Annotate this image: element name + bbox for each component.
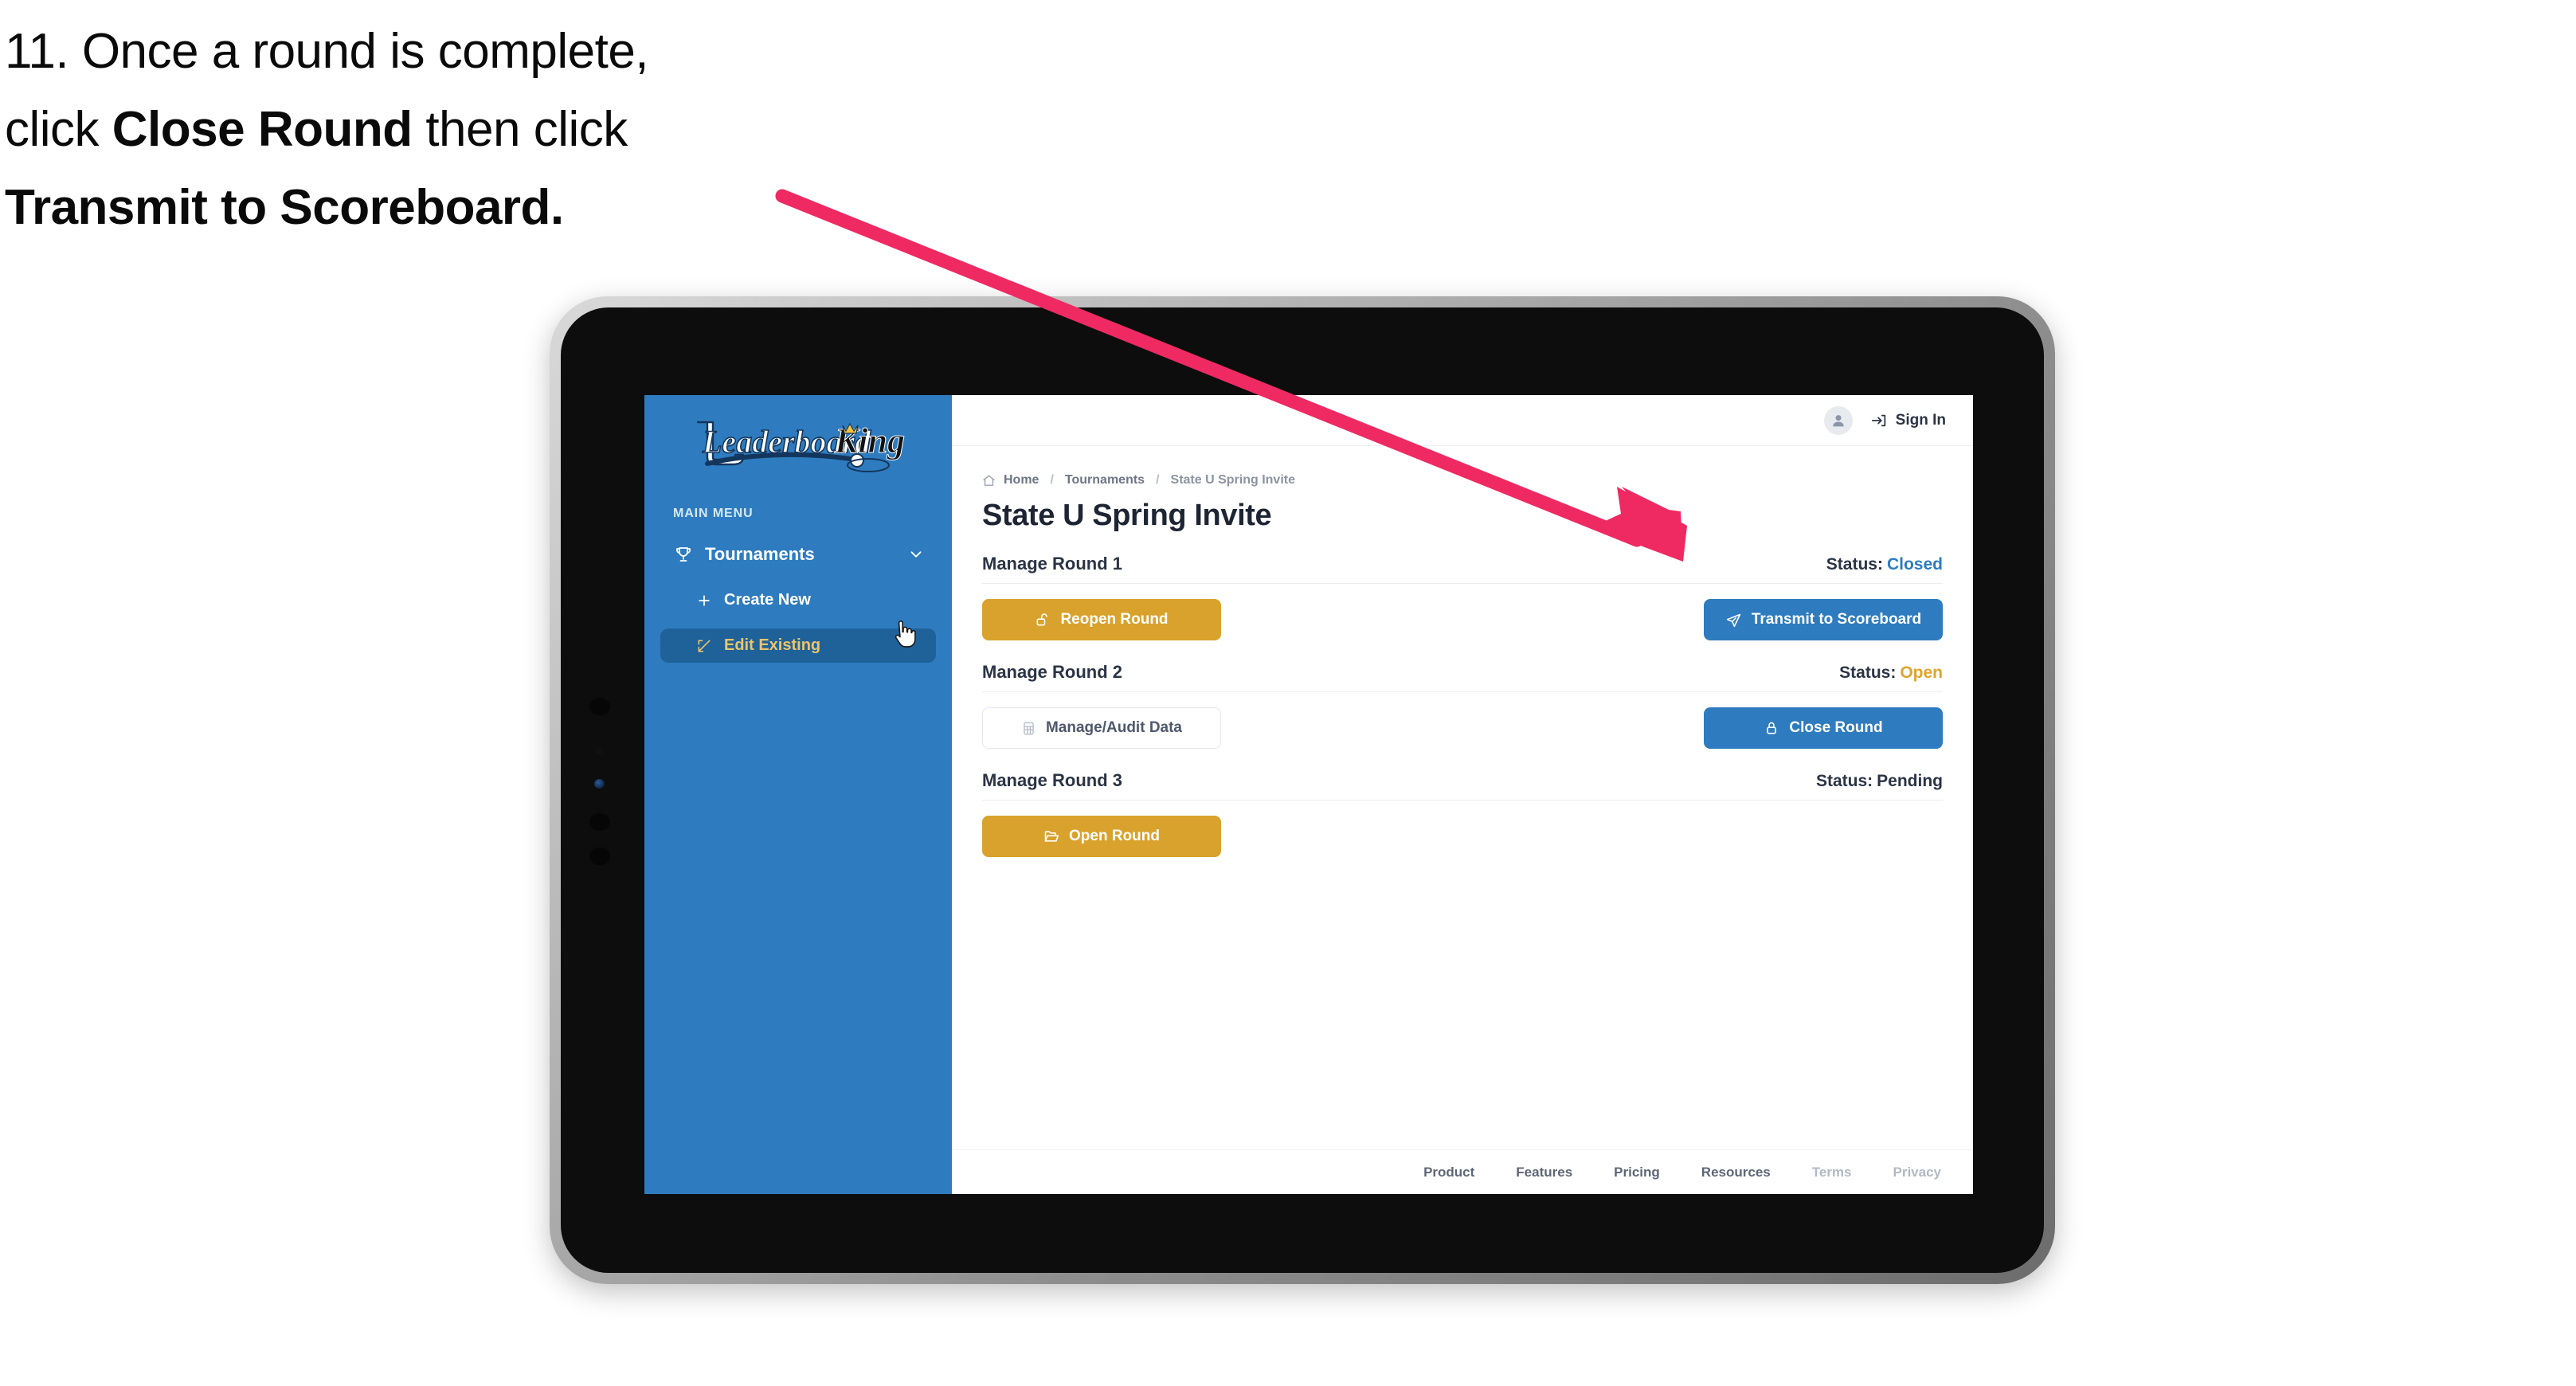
- svg-text:King: King: [834, 421, 905, 460]
- bezel-volume-down-icon: [589, 848, 610, 865]
- round-actions-3: Open Round: [982, 815, 1943, 858]
- footer-link-pricing[interactable]: Pricing: [1614, 1165, 1660, 1180]
- bezel-volume-up-icon: [589, 813, 610, 831]
- app-logo[interactable]: Leaderboard King: [644, 395, 952, 480]
- edit-square-icon: [694, 638, 714, 654]
- caption-transmit-emphasis: Transmit to Scoreboard.: [5, 179, 564, 235]
- top-bar: Sign In: [952, 395, 1973, 446]
- round-name-3: Manage Round 3: [982, 770, 1123, 790]
- sidebar-item-label-create-new: Create New: [724, 591, 811, 609]
- page-title: State U Spring Invite: [982, 499, 1272, 532]
- status-value-1: Closed: [1886, 555, 1943, 574]
- transmit-to-scoreboard-label: Transmit to Scoreboard: [1751, 611, 1922, 628]
- folder-open-icon: [1043, 828, 1059, 844]
- transmit-to-scoreboard-button[interactable]: Transmit to Scoreboard: [1704, 599, 1943, 640]
- main-panel: Sign In Home / Tournaments / State U Spr…: [952, 395, 1973, 1194]
- round-actions-2: Manage/Audit Data Close Round: [982, 707, 1943, 750]
- close-round-label: Close Round: [1789, 719, 1883, 736]
- round-header-2: Manage Round 2 Status: Open: [982, 662, 1943, 692]
- round-block-1: Manage Round 1 Status: Closed Reopen Rou…: [982, 554, 1943, 641]
- sidebar: Leaderboard King MAIN MENU Tournaments C…: [644, 395, 952, 1194]
- breadcrumb: Home / Tournaments / State U Spring Invi…: [982, 473, 1943, 487]
- bezel-microphone-icon: [596, 748, 603, 754]
- trophy-icon: [671, 545, 695, 564]
- sidebar-section-heading: MAIN MENU: [673, 507, 754, 520]
- round-block-2: Manage Round 2 Status: Open Manage/Audit…: [982, 662, 1943, 750]
- open-round-label: Open Round: [1069, 828, 1160, 844]
- round-status-1: Status: Closed: [1826, 555, 1943, 574]
- status-value-2: Open: [1900, 664, 1943, 682]
- caption-line-1: 11. Once a round is complete,: [5, 24, 649, 79]
- home-icon[interactable]: [982, 474, 996, 487]
- breadcrumb-item-tournaments[interactable]: Tournaments: [1065, 473, 1145, 487]
- bezel-button-icon: [589, 698, 610, 715]
- round-status-2: Status: Open: [1839, 664, 1943, 683]
- lock-icon: [1764, 720, 1779, 736]
- footer-link-product[interactable]: Product: [1423, 1165, 1474, 1180]
- breadcrumb-separator: /: [1156, 473, 1160, 487]
- manage-audit-data-label: Manage/Audit Data: [1045, 719, 1183, 736]
- status-label: Status:: [1815, 772, 1873, 790]
- open-round-button[interactable]: Open Round: [982, 816, 1221, 857]
- sidebar-item-create-new[interactable]: Create New: [660, 583, 936, 617]
- leaderboard-king-logo-icon: Leaderboard King: [696, 421, 906, 472]
- breadcrumb-separator: /: [1050, 473, 1054, 487]
- status-label: Status:: [1839, 664, 1897, 682]
- footer-link-privacy[interactable]: Privacy: [1893, 1165, 1942, 1180]
- status-value-3: Pending: [1877, 772, 1943, 790]
- bezel-camera-icon: [594, 779, 605, 789]
- instruction-caption: 11. Once a round is complete, click Clos…: [5, 13, 849, 247]
- tablet-bezel: Leaderboard King MAIN MENU Tournaments C…: [561, 307, 2044, 1273]
- close-round-button[interactable]: Close Round: [1704, 707, 1943, 749]
- plus-icon: [694, 593, 714, 609]
- round-name-1: Manage Round 1: [982, 554, 1123, 574]
- content-area: Home / Tournaments / State U Spring Invi…: [952, 446, 1973, 1149]
- sign-in-label: Sign In: [1895, 411, 1946, 429]
- table-grid-icon: [1021, 721, 1036, 736]
- round-header-1: Manage Round 1 Status: Closed: [982, 554, 1943, 584]
- round-block-3: Manage Round 3 Status: Pending Open Roun…: [982, 770, 1943, 858]
- manage-audit-data-button[interactable]: Manage/Audit Data: [982, 707, 1221, 749]
- footer-link-terms[interactable]: Terms: [1812, 1165, 1852, 1180]
- mouse-pointer-hand-icon: [895, 620, 916, 648]
- reopen-round-button[interactable]: Reopen Round: [982, 599, 1221, 640]
- reopen-round-label: Reopen Round: [1060, 611, 1169, 628]
- caption-line-2-suffix: then click: [412, 101, 628, 157]
- tablet-device-frame: Leaderboard King MAIN MENU Tournaments C…: [550, 296, 2055, 1284]
- footer-link-features[interactable]: Features: [1516, 1165, 1572, 1180]
- caption-line-2-prefix: click: [5, 101, 112, 157]
- round-actions-1: Reopen Round Transmit to Scoreboard: [982, 598, 1943, 641]
- footer: Product Features Pricing Resources Terms…: [952, 1149, 1973, 1194]
- tablet-screen: Leaderboard King MAIN MENU Tournaments C…: [644, 395, 1973, 1194]
- chevron-down-icon[interactable]: [907, 546, 925, 563]
- status-label: Status:: [1826, 555, 1883, 574]
- sidebar-item-label-edit-existing: Edit Existing: [724, 636, 821, 654]
- round-name-2: Manage Round 2: [982, 662, 1123, 682]
- breadcrumb-item-home[interactable]: Home: [1004, 473, 1039, 487]
- sign-in-button[interactable]: Sign In: [1870, 412, 1946, 429]
- round-header-3: Manage Round 3 Status: Pending: [982, 770, 1943, 801]
- footer-link-resources[interactable]: Resources: [1701, 1165, 1771, 1180]
- sidebar-item-label-tournaments: Tournaments: [705, 544, 815, 564]
- sidebar-item-tournaments[interactable]: Tournaments: [660, 537, 936, 572]
- sign-in-arrow-icon: [1870, 412, 1888, 429]
- paper-plane-icon: [1725, 612, 1742, 628]
- user-avatar-icon[interactable]: [1823, 405, 1853, 435]
- round-status-3: Status: Pending: [1816, 772, 1943, 791]
- caption-close-round-emphasis: Close Round: [112, 101, 413, 157]
- unlock-icon: [1035, 612, 1051, 628]
- breadcrumb-item-current: State U Spring Invite: [1170, 473, 1295, 487]
